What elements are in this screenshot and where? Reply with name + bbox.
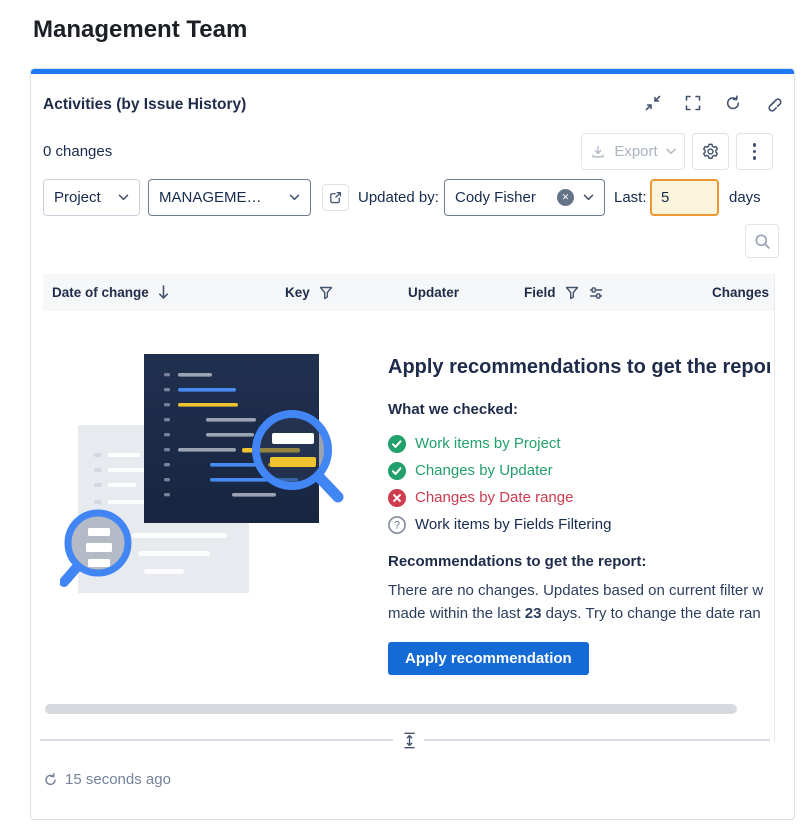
widget-header-actions [643, 93, 783, 113]
collapse-button[interactable] [643, 93, 663, 113]
gear-icon [701, 142, 720, 161]
clear-updater-icon[interactable]: ✕ [557, 189, 574, 206]
panel-accent-bar [31, 69, 794, 74]
fullscreen-icon [684, 94, 702, 112]
project-filter-dropdown[interactable]: Project [43, 179, 140, 216]
check-label: Work items by Project [415, 435, 561, 452]
column-label-changes: Changes [712, 285, 769, 300]
external-link-icon [328, 190, 343, 205]
project-value-dropdown[interactable]: MANAGEME… [148, 179, 311, 216]
toolbar: Export [581, 133, 773, 170]
column-header-updater: Updater [408, 274, 459, 311]
checked-heading: What we checked: [388, 401, 770, 418]
updated-by-label: Updated by: [358, 179, 439, 216]
filter-icon[interactable] [565, 286, 579, 300]
recommendation-message: There are no changes. Updates based on c… [388, 579, 770, 625]
check-pass-icon [388, 462, 406, 480]
chevron-down-icon [583, 194, 594, 201]
collapse-icon [644, 94, 662, 112]
chevron-down-icon [289, 194, 300, 201]
last-updated-text: 15 seconds ago [65, 771, 171, 788]
check-label: Work items by Fields Filtering [415, 516, 611, 533]
check-label: Changes by Date range [415, 489, 573, 506]
empty-state-title: Apply recommendations to get the repor [388, 356, 770, 379]
updater-filter-dropdown[interactable]: Cody Fisher ✕ [444, 179, 605, 216]
apply-recommendation-button[interactable]: Apply recommendation [388, 642, 589, 675]
column-label-field: Field [524, 285, 556, 300]
days-label: days [729, 179, 761, 216]
empty-state-content: Apply recommendations to get the repor W… [388, 351, 770, 675]
check-item: Changes by Date range [388, 484, 770, 511]
message-days-value: 23 [525, 605, 542, 622]
recommendations-heading: Recommendations to get the report: [388, 553, 770, 570]
horizontal-scrollbar[interactable] [45, 704, 737, 714]
filter-bar: Project MANAGEME… Updated by: Cody Fishe… [31, 179, 794, 216]
column-header-changes: Changes [712, 274, 769, 311]
last-updated-status: 15 seconds ago [43, 771, 171, 788]
export-button[interactable]: Export [581, 133, 685, 170]
changes-count: 0 changes [43, 143, 112, 160]
check-pass-icon [388, 435, 406, 453]
empty-state-illustration [60, 345, 380, 620]
open-project-button[interactable] [322, 184, 349, 211]
check-unknown-icon: ? [388, 516, 406, 534]
table-header: Date of change Key Updater Field Changes [43, 274, 774, 311]
check-list: Work items by Project Changes by Updater… [388, 430, 770, 538]
project-filter-label: Project [54, 189, 101, 206]
resize-handle-button[interactable] [399, 730, 419, 750]
column-label-date: Date of change [52, 285, 149, 300]
check-fail-icon [388, 489, 406, 507]
search-button[interactable] [745, 224, 779, 258]
last-days-input[interactable] [650, 179, 719, 216]
activities-widget-panel: Activities (by Issue History) 0 changes … [30, 68, 795, 820]
column-label-updater: Updater [408, 285, 459, 300]
export-label: Export [614, 143, 657, 160]
download-icon [590, 144, 606, 160]
resize-divider [424, 739, 770, 741]
fullscreen-button[interactable] [683, 93, 703, 113]
updater-value: Cody Fisher [455, 189, 557, 206]
more-options-button[interactable] [736, 133, 773, 170]
chevron-down-icon [666, 148, 676, 155]
adjust-columns-icon[interactable] [588, 285, 604, 301]
check-label: Changes by Updater [415, 462, 553, 479]
chevron-down-icon [118, 194, 129, 201]
link-button[interactable] [763, 93, 783, 113]
settings-button[interactable] [692, 133, 729, 170]
message-line2-post: days. Try to change the date ran [541, 605, 760, 622]
svg-text:?: ? [394, 519, 400, 531]
column-header-field: Field [524, 274, 604, 311]
refresh-icon[interactable] [43, 772, 58, 787]
column-label-key: Key [285, 285, 310, 300]
check-item: Changes by Updater [388, 457, 770, 484]
page-title: Management Team [33, 16, 247, 44]
message-line1: There are no changes. Updates based on c… [388, 582, 763, 599]
column-header-date-of-change[interactable]: Date of change [52, 274, 169, 311]
widget-title: Activities (by Issue History) [43, 96, 246, 114]
filter-icon[interactable] [319, 286, 333, 300]
message-line2-pre: made within the last [388, 605, 525, 622]
table-scrollbar-track[interactable] [774, 274, 775, 742]
resize-divider [40, 739, 393, 741]
search-icon [754, 233, 771, 250]
project-value: MANAGEME… [159, 189, 262, 206]
column-header-key: Key [285, 274, 333, 311]
vertical-resize-icon [402, 731, 417, 750]
sort-desc-icon[interactable] [158, 285, 169, 300]
last-label: Last: [614, 179, 647, 216]
link-icon [764, 94, 782, 112]
kebab-icon [753, 143, 757, 160]
reset-button[interactable] [723, 93, 743, 113]
check-item: ? Work items by Fields Filtering [388, 511, 770, 538]
reset-icon [724, 94, 742, 112]
check-item: Work items by Project [388, 430, 770, 457]
